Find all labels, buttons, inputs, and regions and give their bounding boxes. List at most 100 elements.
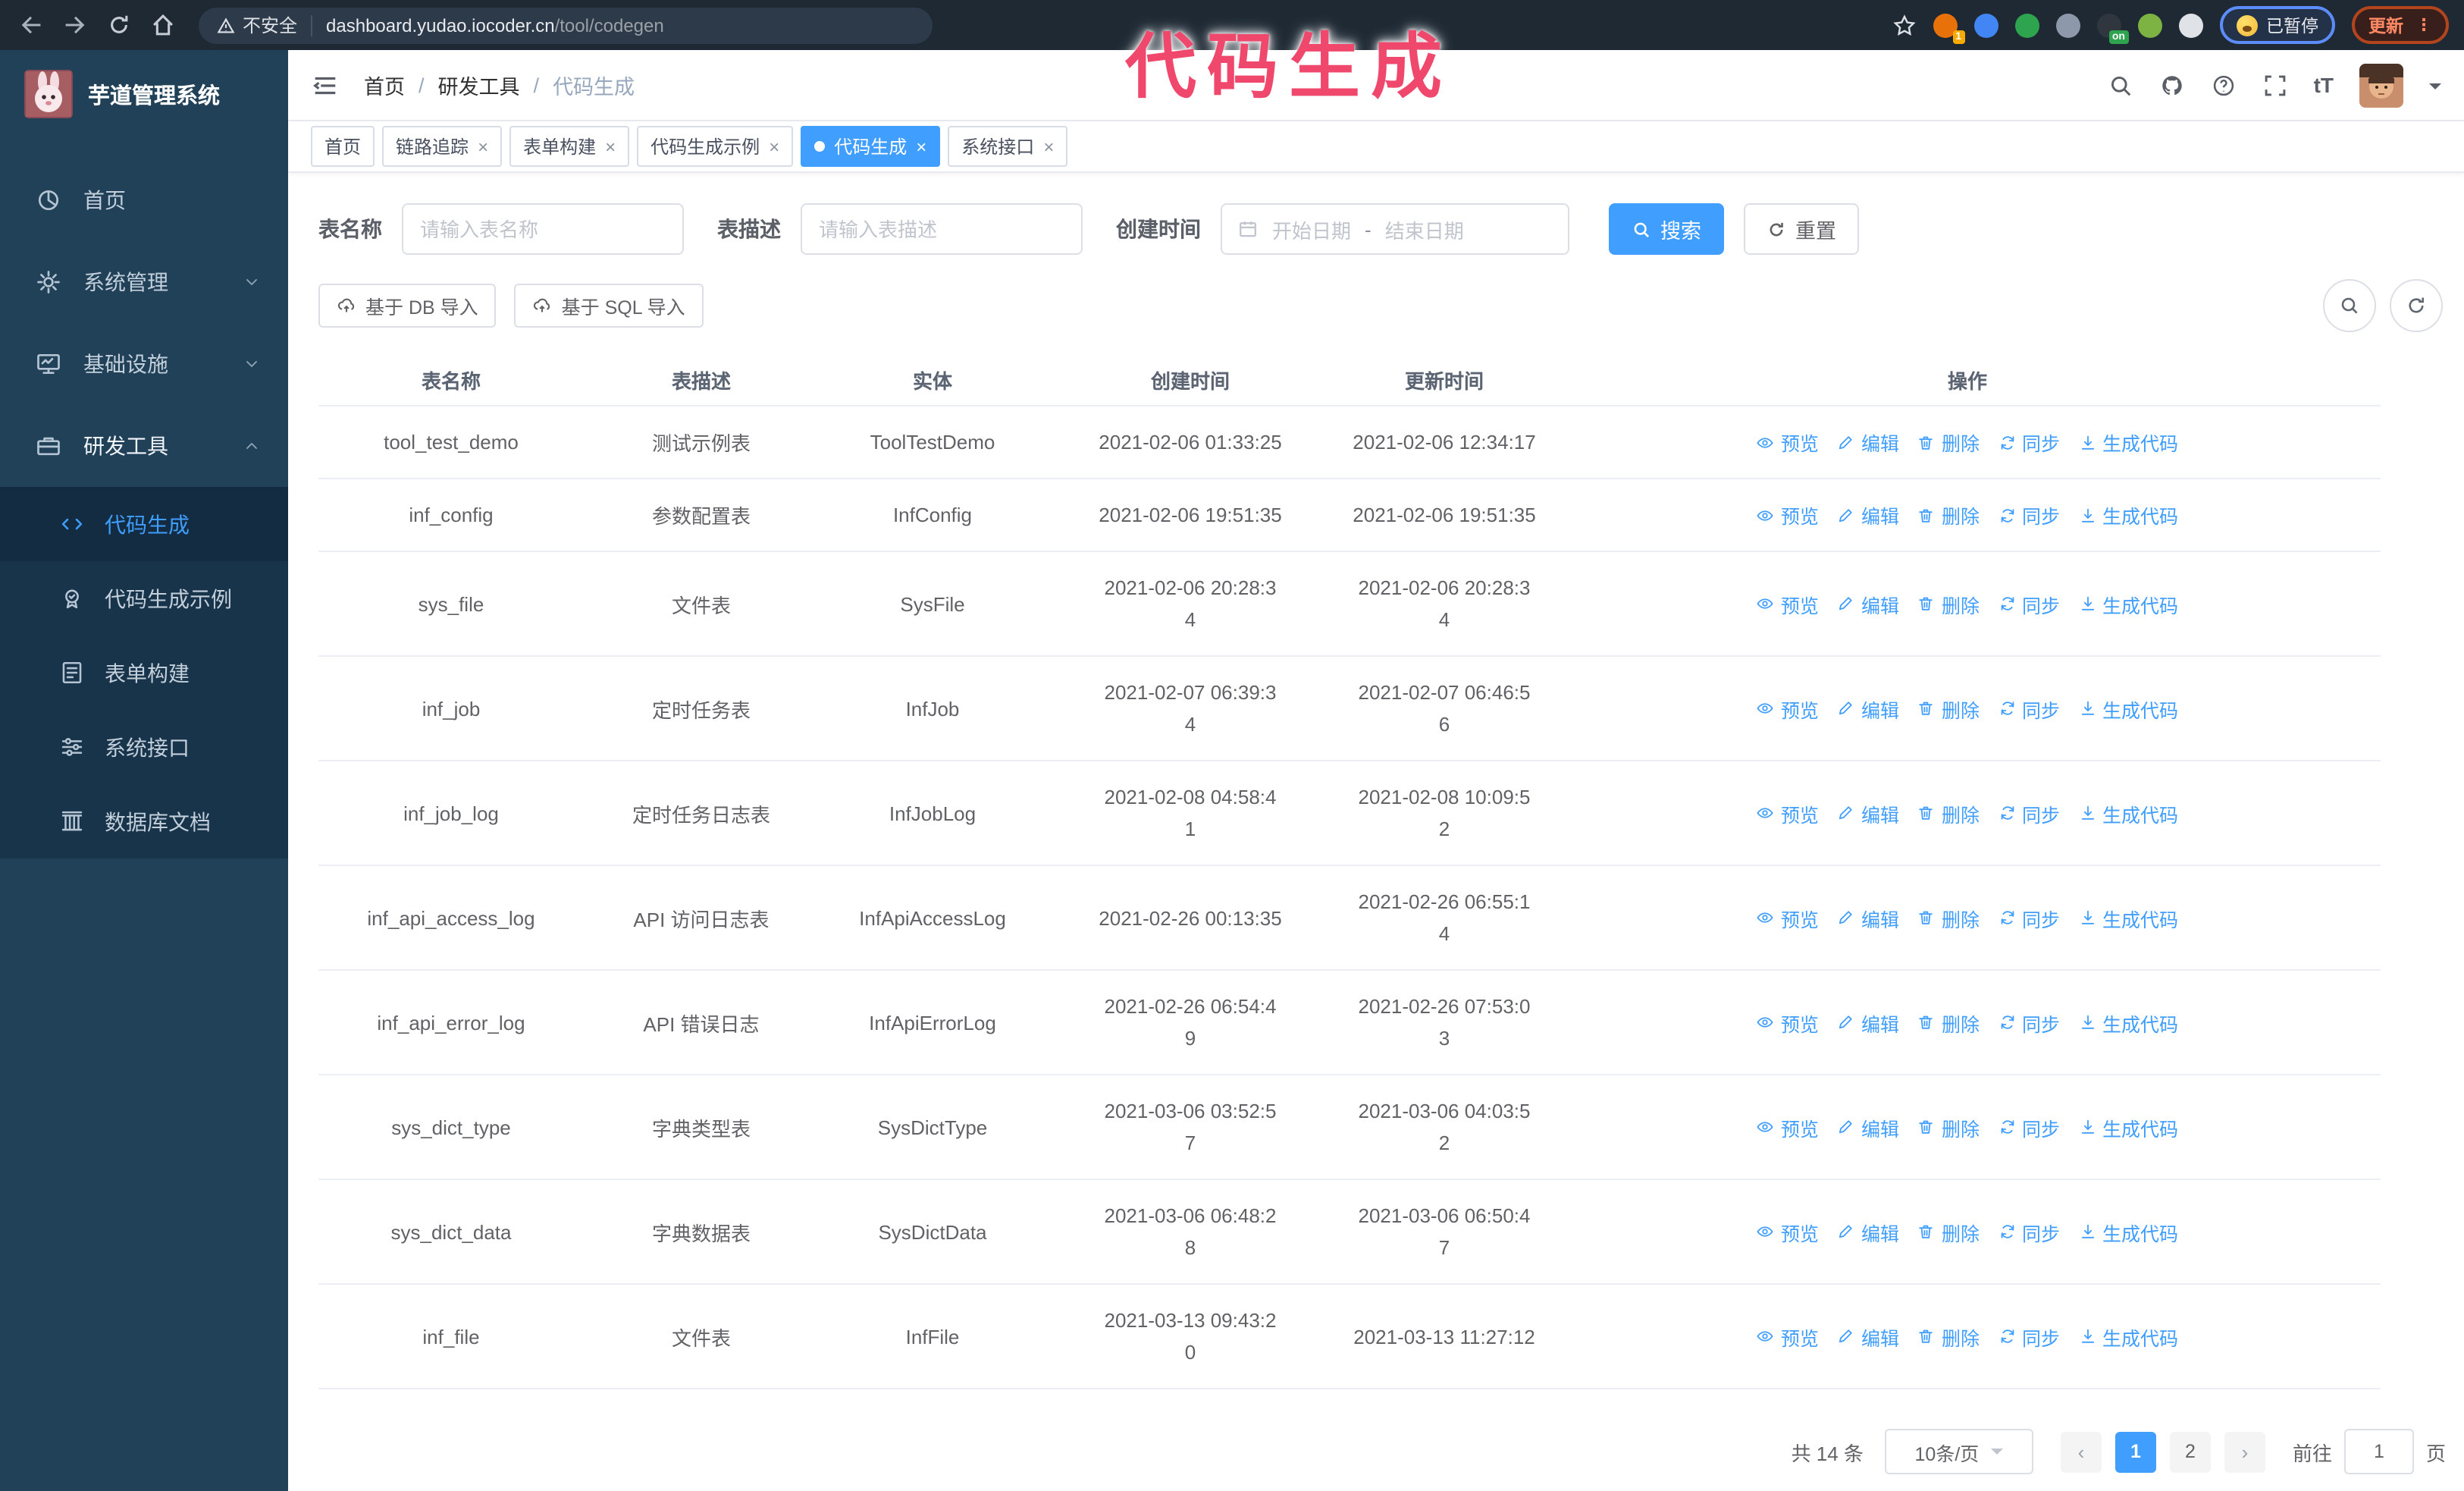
table-desc-input[interactable]: [801, 203, 1083, 255]
action-delete[interactable]: 删除: [1917, 1113, 1980, 1141]
action-sync[interactable]: 同步: [1998, 694, 2060, 723]
refresh-table-button[interactable]: [2390, 279, 2443, 332]
browser-back-icon[interactable]: [18, 12, 44, 38]
action-preview[interactable]: 预览: [1757, 589, 1819, 618]
action-delete[interactable]: 删除: [1917, 903, 1980, 932]
action-delete[interactable]: 删除: [1917, 501, 1980, 529]
browser-profile-chip[interactable]: 已暂停: [2219, 6, 2335, 44]
action-preview[interactable]: 预览: [1757, 428, 1819, 457]
extension-blue-gem[interactable]: [1973, 13, 1998, 37]
action-preview[interactable]: 预览: [1757, 694, 1819, 723]
fullscreen-icon[interactable]: [2262, 72, 2288, 98]
action-delete[interactable]: 删除: [1917, 1008, 1980, 1037]
close-icon[interactable]: ×: [769, 137, 779, 155]
tab-首页[interactable]: 首页: [311, 126, 375, 167]
sidebar-item-devtools[interactable]: 研发工具: [0, 405, 288, 487]
close-icon[interactable]: ×: [916, 137, 926, 155]
breadcrumb-home[interactable]: 首页: [364, 70, 405, 100]
action-preview[interactable]: 预览: [1757, 1217, 1819, 1246]
action-edit[interactable]: 编辑: [1837, 1008, 1899, 1037]
page-button-2[interactable]: 2: [2169, 1431, 2211, 1472]
import-db-button[interactable]: 基于 DB 导入: [318, 284, 497, 328]
font-size-icon[interactable]: tT: [2314, 73, 2334, 97]
action-generate-code[interactable]: 生成代码: [2078, 903, 2178, 932]
close-icon[interactable]: ×: [478, 137, 488, 155]
extension-puzzle[interactable]: [2178, 13, 2202, 37]
close-icon[interactable]: ×: [605, 137, 616, 155]
toggle-search-button[interactable]: [2323, 279, 2376, 332]
action-edit[interactable]: 编辑: [1837, 903, 1899, 932]
action-generate-code[interactable]: 生成代码: [2078, 1322, 2178, 1351]
page-button-1[interactable]: 1: [2114, 1431, 2156, 1472]
action-delete[interactable]: 删除: [1917, 799, 1980, 827]
action-generate-code[interactable]: 生成代码: [2078, 589, 2178, 618]
page-size-select[interactable]: 10条/页: [1884, 1429, 2033, 1474]
action-generate-code[interactable]: 生成代码: [2078, 1113, 2178, 1141]
sidebar-subitem-codegen[interactable]: 代码生成: [0, 487, 288, 561]
browser-update-button[interactable]: 更新 ⋮: [2352, 6, 2449, 44]
action-preview[interactable]: 预览: [1757, 501, 1819, 529]
extension-grid[interactable]: [2055, 13, 2080, 37]
close-icon[interactable]: ×: [1043, 137, 1054, 155]
sidebar-subitem-codegen-example[interactable]: 代码生成示例: [0, 561, 288, 636]
search-button[interactable]: 搜索: [1609, 203, 1724, 255]
action-preview[interactable]: 预览: [1757, 1113, 1819, 1141]
action-edit[interactable]: 编辑: [1837, 589, 1899, 618]
action-delete[interactable]: 删除: [1917, 428, 1980, 457]
sidebar-item-home[interactable]: 首页: [0, 159, 288, 241]
action-preview[interactable]: 预览: [1757, 1008, 1819, 1037]
action-generate-code[interactable]: 生成代码: [2078, 694, 2178, 723]
app-logo-row[interactable]: 芋道管理系统: [0, 50, 288, 138]
action-delete[interactable]: 删除: [1917, 1217, 1980, 1246]
action-delete[interactable]: 删除: [1917, 694, 1980, 723]
goto-page-input[interactable]: [2343, 1429, 2414, 1474]
tab-表单构建[interactable]: 表单构建 ×: [509, 126, 630, 167]
extension-green-check[interactable]: [2014, 13, 2039, 37]
action-generate-code[interactable]: 生成代码: [2078, 501, 2178, 529]
extension-orange-c[interactable]: 1: [1933, 13, 1964, 43]
action-preview[interactable]: 预览: [1757, 1322, 1819, 1351]
breadcrumb-devtools[interactable]: 研发工具: [438, 70, 520, 100]
security-warning[interactable]: 不安全: [217, 12, 297, 38]
action-delete[interactable]: 删除: [1917, 589, 1980, 618]
next-page-button[interactable]: ›: [2224, 1431, 2265, 1472]
action-sync[interactable]: 同步: [1998, 799, 2060, 827]
action-sync[interactable]: 同步: [1998, 501, 2060, 529]
search-icon[interactable]: [2108, 72, 2133, 98]
browser-home-icon[interactable]: [150, 12, 176, 38]
tab-代码生成示例[interactable]: 代码生成示例 ×: [637, 126, 794, 167]
bookmark-star-icon[interactable]: [1892, 13, 1916, 37]
action-delete[interactable]: 删除: [1917, 1322, 1980, 1351]
reset-button[interactable]: 重置: [1744, 203, 1859, 255]
extension-green-bot[interactable]: [2137, 13, 2161, 37]
collapse-sidebar-icon[interactable]: [311, 71, 340, 99]
action-edit[interactable]: 编辑: [1837, 428, 1899, 457]
help-icon[interactable]: [2211, 72, 2237, 98]
action-edit[interactable]: 编辑: [1837, 1113, 1899, 1141]
action-sync[interactable]: 同步: [1998, 1008, 2060, 1037]
avatar[interactable]: [2359, 63, 2403, 107]
action-sync[interactable]: 同步: [1998, 1322, 2060, 1351]
sidebar-subitem-system-api[interactable]: 系统接口: [0, 710, 288, 784]
action-sync[interactable]: 同步: [1998, 1113, 2060, 1141]
action-edit[interactable]: 编辑: [1837, 1217, 1899, 1246]
sidebar-subitem-db-doc[interactable]: 数据库文档: [0, 784, 288, 859]
table-name-input[interactable]: [402, 203, 684, 255]
action-sync[interactable]: 同步: [1998, 589, 2060, 618]
tab-系统接口[interactable]: 系统接口 ×: [948, 126, 1068, 167]
sidebar-subitem-form-builder[interactable]: 表单构建: [0, 636, 288, 710]
action-generate-code[interactable]: 生成代码: [2078, 428, 2178, 457]
tab-链路追踪[interactable]: 链路追踪 ×: [382, 126, 503, 167]
browser-reload-icon[interactable]: [106, 12, 132, 38]
prev-page-button[interactable]: ‹: [2060, 1431, 2102, 1472]
action-sync[interactable]: 同步: [1998, 1217, 2060, 1246]
action-preview[interactable]: 预览: [1757, 903, 1819, 932]
address-bar[interactable]: 不安全 dashboard.yudao.iocoder.cn/tool/code…: [199, 7, 933, 43]
action-sync[interactable]: 同步: [1998, 903, 2060, 932]
tab-代码生成[interactable]: 代码生成 ×: [801, 126, 941, 167]
action-preview[interactable]: 预览: [1757, 799, 1819, 827]
sidebar-item-infra[interactable]: 基础设施: [0, 323, 288, 405]
extension-dark-on[interactable]: on: [2096, 13, 2128, 43]
action-generate-code[interactable]: 生成代码: [2078, 1217, 2178, 1246]
action-edit[interactable]: 编辑: [1837, 694, 1899, 723]
